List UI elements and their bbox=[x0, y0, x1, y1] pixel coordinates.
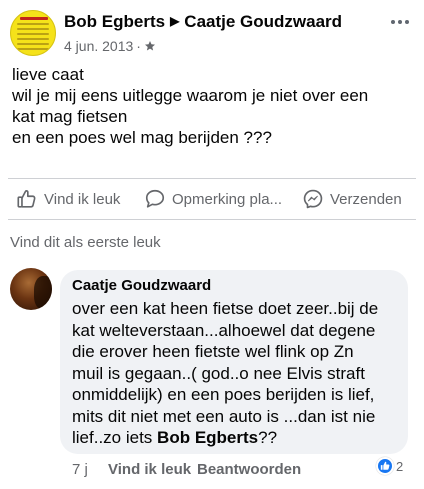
star-icon bbox=[144, 41, 155, 51]
more-options-button[interactable] bbox=[386, 8, 414, 36]
post-header: Bob Egberts ▶ Caatje Goudzwaard 4 jun. 201… bbox=[8, 8, 416, 62]
comment-button[interactable]: Opmerking pla... bbox=[144, 182, 282, 216]
more-dot-icon bbox=[398, 20, 402, 24]
comment-text-line: kat welteverstaan...alhoewel dat degene bbox=[72, 320, 376, 340]
comment-bubble: Caatje Goudzwaard over een kat heen fiet… bbox=[60, 270, 408, 454]
post-date[interactable]: 4 jun. 2013 bbox=[64, 38, 133, 54]
reaction-count: 2 bbox=[396, 458, 404, 474]
more-dot-icon bbox=[405, 20, 409, 24]
like-label: Vind ik leuk bbox=[44, 190, 121, 208]
comment-time[interactable]: 7 j bbox=[72, 461, 88, 478]
comment-label: Opmerking pla... bbox=[172, 190, 283, 208]
share-button[interactable]: Verzenden bbox=[302, 182, 402, 216]
post-target-name[interactable]: Caatje Goudzwaard bbox=[184, 12, 342, 31]
post-text-line: lieve caat bbox=[12, 65, 84, 84]
comment-text-fragment: ?? bbox=[258, 428, 278, 447]
comment-icon bbox=[145, 189, 165, 208]
meta-separator: · bbox=[136, 38, 141, 54]
comment-text-line: die erover heen fietste wel flink op Zn bbox=[72, 342, 354, 361]
more-dot-icon bbox=[391, 20, 395, 24]
post-author-name[interactable]: Bob Egberts bbox=[64, 12, 165, 31]
first-like-prompt: Vind dit als eerste leuk bbox=[10, 234, 161, 251]
comment-text-line: mits dit niet met een auto is ...dan ist… bbox=[72, 406, 376, 426]
comment-text-line: over een kat heen fietse doet zeer..bij … bbox=[72, 299, 379, 318]
comment-author[interactable]: Caatje Goudzwaard bbox=[72, 277, 211, 294]
comment-text-line-last: lief..zo iets Bob Egberts?? bbox=[72, 427, 404, 449]
post-text-line: wil je mij eens uitlegge waarom je niet … bbox=[12, 86, 369, 105]
post-text-line: en een poes wel mag berijden ??? bbox=[12, 128, 272, 147]
post-text: lieve caat wil je mij eens uitlegge waar… bbox=[12, 64, 414, 148]
divider bbox=[8, 219, 416, 220]
author-avatar[interactable] bbox=[10, 10, 56, 56]
like-button[interactable]: Vind ik leuk bbox=[16, 182, 120, 216]
comment-text-line: muil is gegaan..( god..o nee Elvis straf… bbox=[72, 363, 365, 383]
comment-text: over een kat heen fietse doet zeer..bij … bbox=[72, 298, 404, 449]
comment-text-fragment: lief..zo iets bbox=[72, 428, 158, 447]
comment-like-button[interactable]: Vind ik leuk bbox=[108, 461, 191, 478]
messenger-icon bbox=[303, 189, 323, 209]
post-text-line: kat mag fietsen bbox=[12, 107, 128, 126]
commenter-avatar[interactable] bbox=[10, 268, 52, 310]
post-meta: 4 jun. 2013 · bbox=[64, 38, 156, 54]
arrow-right-icon: ▶ bbox=[170, 14, 180, 28]
comment-reply-button[interactable]: Beantwoorden bbox=[197, 461, 301, 478]
share-label: Verzenden bbox=[330, 190, 402, 208]
comment-reactions[interactable]: 2 bbox=[376, 456, 403, 476]
thumbs-up-icon bbox=[17, 190, 36, 208]
post-author-line: Bob Egberts ▶ Caatje Goudzwaard bbox=[64, 12, 342, 32]
mention-link[interactable]: Bob Egberts bbox=[157, 428, 258, 447]
like-reaction-icon bbox=[376, 457, 394, 475]
post-actions-bar: Vind ik leuk Opmerking pla... Verzenden bbox=[0, 182, 424, 216]
comment-text-line: onmiddelijk) en een poes berijden is lie… bbox=[72, 385, 375, 404]
divider bbox=[8, 178, 416, 179]
